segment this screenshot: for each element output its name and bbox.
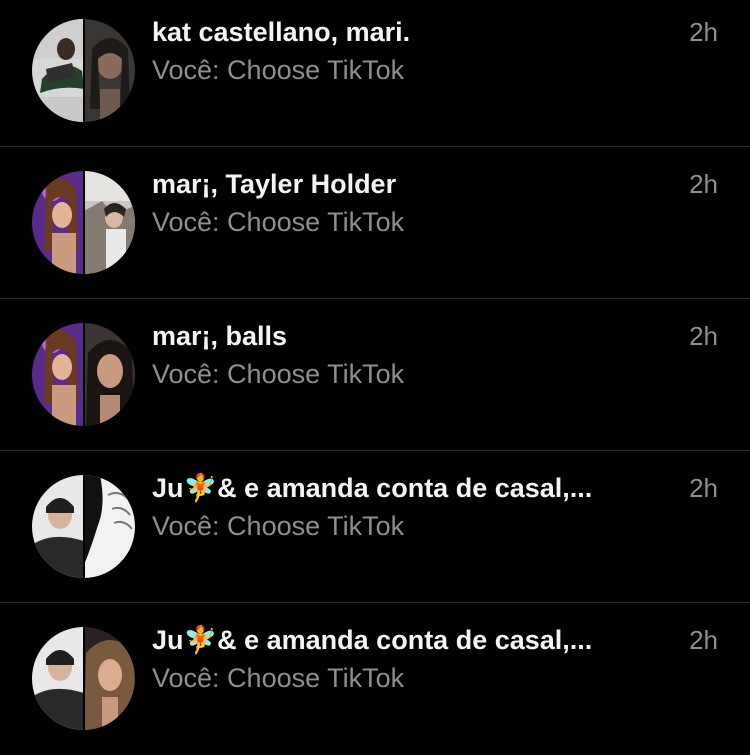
conversation-row[interactable]: mar¡, Tayler Holder Você: Choose TikTok … — [0, 147, 750, 299]
timestamp: 2h — [689, 625, 718, 655]
avatar-split-line — [82, 19, 85, 122]
portrait-photo-icon — [32, 19, 84, 122]
group-avatar[interactable] — [32, 323, 135, 426]
conversation-title: mar¡, Tayler Holder — [152, 169, 397, 199]
avatar-left-photo — [32, 171, 84, 274]
conversation-title: Ju🧚& e amanda conta de casal,... — [152, 625, 593, 655]
avatar-right-photo — [83, 323, 135, 426]
sketch-image-icon — [83, 475, 135, 578]
avatar-split-line — [82, 475, 85, 578]
avatar-split-line — [82, 627, 85, 730]
conversation-text: Ju🧚& e amanda conta de casal,... Você: C… — [152, 623, 650, 695]
avatar-split-line — [82, 171, 85, 274]
last-message-preview: Você: Choose TikTok — [152, 663, 405, 693]
portrait-photo-icon — [32, 171, 84, 274]
avatar-right-photo — [83, 627, 135, 730]
timestamp: 2h — [689, 473, 718, 503]
conversation-list: kat castellano, mari. Você: Choose TikTo… — [0, 0, 750, 751]
conversation-row[interactable]: kat castellano, mari. Você: Choose TikTo… — [0, 0, 750, 147]
conversation-row[interactable]: Ju🧚& e amanda conta de casal,... Você: C… — [0, 603, 750, 755]
group-avatar[interactable] — [32, 19, 135, 122]
avatar-split-line — [82, 323, 85, 426]
last-message-preview: Você: Choose TikTok — [152, 359, 405, 389]
timestamp: 2h — [689, 321, 718, 351]
conversation-row[interactable]: Ju🧚& e amanda conta de casal,... Você: C… — [0, 451, 750, 603]
conversation-title: mar¡, balls — [152, 321, 288, 351]
avatar-right-photo — [83, 475, 135, 578]
timestamp: 2h — [689, 169, 718, 199]
avatar-right-photo — [83, 171, 135, 274]
portrait-photo-icon — [32, 475, 84, 578]
timestamp: 2h — [689, 17, 718, 47]
avatar-right-photo — [83, 19, 135, 122]
portrait-photo-icon — [32, 323, 84, 426]
group-avatar[interactable] — [32, 171, 135, 274]
conversation-text: kat castellano, mari. Você: Choose TikTo… — [152, 15, 650, 87]
portrait-photo-icon — [83, 19, 135, 122]
group-avatar[interactable] — [32, 475, 135, 578]
portrait-photo-icon — [83, 323, 135, 426]
conversation-title: kat castellano, mari. — [152, 17, 411, 47]
portrait-photo-icon — [32, 627, 84, 730]
conversation-text: Ju🧚& e amanda conta de casal,... Você: C… — [152, 471, 650, 543]
conversation-title: Ju🧚& e amanda conta de casal,... — [152, 473, 593, 503]
last-message-preview: Você: Choose TikTok — [152, 55, 405, 85]
avatar-left-photo — [32, 323, 84, 426]
group-avatar[interactable] — [32, 627, 135, 730]
avatar-left-photo — [32, 19, 84, 122]
conversation-text: mar¡, Tayler Holder Você: Choose TikTok — [152, 167, 650, 239]
avatar-left-photo — [32, 475, 84, 578]
avatar-left-photo — [32, 627, 84, 730]
conversation-row[interactable]: mar¡, balls Você: Choose TikTok 2h — [0, 299, 750, 451]
portrait-photo-icon — [83, 171, 135, 274]
last-message-preview: Você: Choose TikTok — [152, 207, 405, 237]
portrait-photo-icon — [83, 627, 135, 730]
last-message-preview: Você: Choose TikTok — [152, 511, 405, 541]
conversation-text: mar¡, balls Você: Choose TikTok — [152, 319, 650, 391]
